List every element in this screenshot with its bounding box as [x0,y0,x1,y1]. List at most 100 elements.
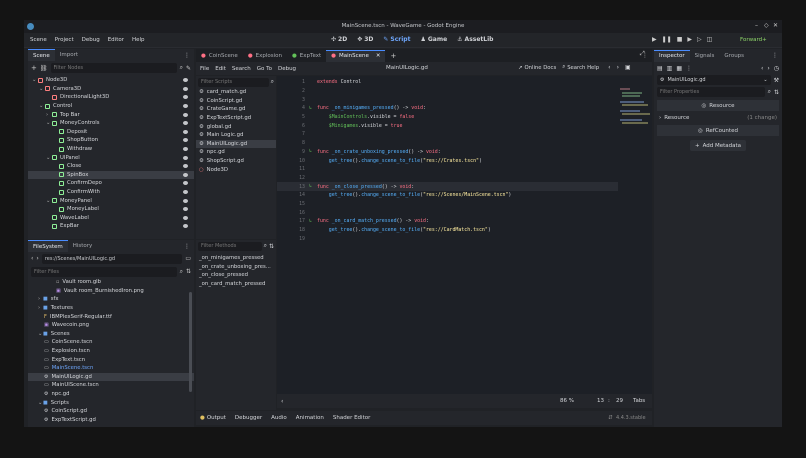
scene-node[interactable]: Close [28,162,194,171]
visibility-icon[interactable] [183,172,188,177]
more-options-icon[interactable]: ⋮ [686,65,692,72]
bottom-tab-audio[interactable]: Audio [271,415,287,421]
workspace-game-button[interactable]: ♟ Game [420,36,447,43]
script-item[interactable]: ○ Node3D [196,165,276,174]
code-line[interactable]: 9 ↳ func _on_crate_unboxing_pressed() -> v… [277,148,618,157]
workspace-3d-button[interactable]: ✥ 3D [357,36,373,43]
new-resource-icon[interactable]: ▤ [657,65,663,72]
sort-icon[interactable]: ⇅ [774,89,779,96]
scene-node[interactable]: SpinBox [28,170,194,180]
code-line[interactable]: 12 [277,174,618,183]
script-item[interactable]: ⚙ MainUILogic.gd [196,139,276,149]
visibility-icon[interactable] [183,138,188,143]
visibility-icon[interactable] [183,198,188,203]
visibility-icon[interactable] [183,104,188,109]
visibility-icon[interactable] [183,155,188,160]
bottom-tab-animation[interactable]: Animation [296,415,324,421]
file-item[interactable]: ▭ MainScene.tscn [28,364,194,373]
visibility-icon[interactable] [183,164,188,169]
minimize-icon[interactable]: – [755,22,758,29]
scene-node[interactable]: ⌄ UIPanel [28,153,194,162]
pause-icon[interactable]: ❚❚ [662,36,672,43]
filesystem-scrollbar[interactable] [189,292,192,392]
visibility-icon[interactable] [183,95,188,100]
code-line[interactable]: 1 extends Control [277,78,618,87]
file-item[interactable]: ⚙ npc.gd [28,390,194,399]
code-line[interactable]: 2 [277,87,618,96]
script-menu-edit[interactable]: Edit [215,66,226,72]
add-metadata-button[interactable]: + Add Metadata [689,140,747,151]
scene-node[interactable]: ⌄ MoneyControls [28,119,194,128]
history-back-icon[interactable]: ‹ [761,65,763,72]
link-icon[interactable]: ⛓ [40,65,48,72]
method-item[interactable]: _on_card_match_pressed [196,280,276,289]
docs-panel-icon[interactable]: ▣ [625,64,631,71]
scene-filter-input[interactable]: Filter Nodes [50,63,177,73]
signal-connection-icon[interactable]: ↳ [309,184,317,189]
code-line[interactable]: 16 [277,208,618,217]
prev-script-icon[interactable]: ‹ [608,64,610,71]
script-attach-icon[interactable]: ✎ [186,65,191,72]
script-item[interactable]: ⚙ card_match.gd [196,88,276,97]
folder-item[interactable]: › ■ Textures [28,304,194,313]
tab-scene[interactable]: Scene [28,49,55,61]
menu-scene[interactable]: Scene [30,37,47,43]
add-tab-icon[interactable]: + [390,52,396,60]
load-resource-icon[interactable]: ▥ [667,65,673,72]
editor-tab-exptext[interactable]: ● ExpText [287,50,326,62]
file-item[interactable]: ▭ MainUIScene.tscn [28,381,194,390]
file-filter-input[interactable]: Filter Files [31,266,177,277]
save-resource-icon[interactable]: ▦ [676,65,682,72]
signal-connection-icon[interactable]: ↳ [309,219,317,224]
path-field[interactable]: res://Scenes/MainUILogic.gd [41,253,183,264]
scene-node[interactable]: ⌄ Node3D [28,76,194,85]
play-icon[interactable]: ▶ [652,36,657,43]
script-item[interactable]: ⚙ ShopScript.gd [196,157,276,166]
scene-node[interactable]: ⌄ Camera3D [28,85,194,94]
tab-signals[interactable]: Signals [690,50,720,62]
file-item[interactable]: F IBMPlexSerif-Regular.ttf [28,312,194,321]
tab-filesystem[interactable]: FileSystem [28,240,68,252]
bottom-tab-debugger[interactable]: Debugger [235,415,262,421]
history-icon[interactable]: ◷ [774,65,779,72]
close-window-icon[interactable]: ✕ [773,22,778,29]
toggle-panel-icon[interactable]: ‹ [281,398,283,405]
file-item[interactable]: ▣ Wavecoin.png [28,321,194,330]
tab-history[interactable]: History [68,240,98,252]
file-item[interactable]: ⚙ ExpTextScript.gd [28,416,194,425]
method-item[interactable]: _on_close_pressed [196,271,276,280]
code-editor[interactable]: 1 extends Control 2 3 4 ↳ func _on_minigames_p… [277,76,618,394]
scene-node[interactable]: ConfirmDepo [28,179,194,188]
scene-node[interactable]: ShopButton [28,136,194,145]
code-line[interactable]: 18 get_tree().change_scene_to_file("res:… [277,226,618,235]
maximize-icon[interactable]: ◇ [764,22,769,29]
bottom-tab-shader-editor[interactable]: Shader Editor [333,415,371,421]
code-line[interactable]: 5 $MainControls.visible = false [277,113,618,122]
indent-mode[interactable]: Tabs [633,398,645,404]
menu-debug[interactable]: Debug [82,37,100,43]
folder-item[interactable]: › ■ sfx [28,295,194,304]
file-item[interactable]: ▭ ExpText.tscn [28,355,194,364]
scene-node[interactable]: WaveLabel [28,214,194,223]
play-custom-icon[interactable]: ▷ [697,36,702,43]
next-script-icon[interactable]: › [617,64,619,71]
visibility-icon[interactable] [183,86,188,91]
file-item[interactable]: ▫ Vault room.glb [28,278,194,287]
movie-icon[interactable]: ◫ [707,36,713,43]
method-item[interactable]: _on_minigames_pressed [196,254,276,263]
script-menu-file[interactable]: File [200,66,209,72]
code-line[interactable]: 6 $Minigames.visible = true [277,121,618,130]
visibility-icon[interactable] [183,181,188,186]
history-forward-icon[interactable]: › [767,65,769,72]
workspace-assetlib-button[interactable]: ⚓ AssetLib [457,36,493,43]
script-item[interactable]: ⚙ Main Logic.gd [196,131,276,140]
code-line[interactable]: 4 ↳ func _on_minigames_pressed() -> void: [277,104,618,113]
file-item[interactable]: ⚙ MainUILogic.gd [28,372,194,382]
code-line[interactable]: 14 get_tree().change_scene_to_file("res:… [277,191,618,200]
editor-tab-mainscene[interactable]: ● MainScene ✕ [326,49,386,62]
resource-group-row[interactable]: › Resource (1 change) [657,113,779,123]
play-scene-icon[interactable]: ▶ [687,36,692,43]
scene-node[interactable]: MoneyLabel [28,205,194,214]
script-menu-search[interactable]: Search [232,66,251,72]
code-line[interactable]: 17 ↳ func _on_card_match_pressed() -> void… [277,217,618,226]
